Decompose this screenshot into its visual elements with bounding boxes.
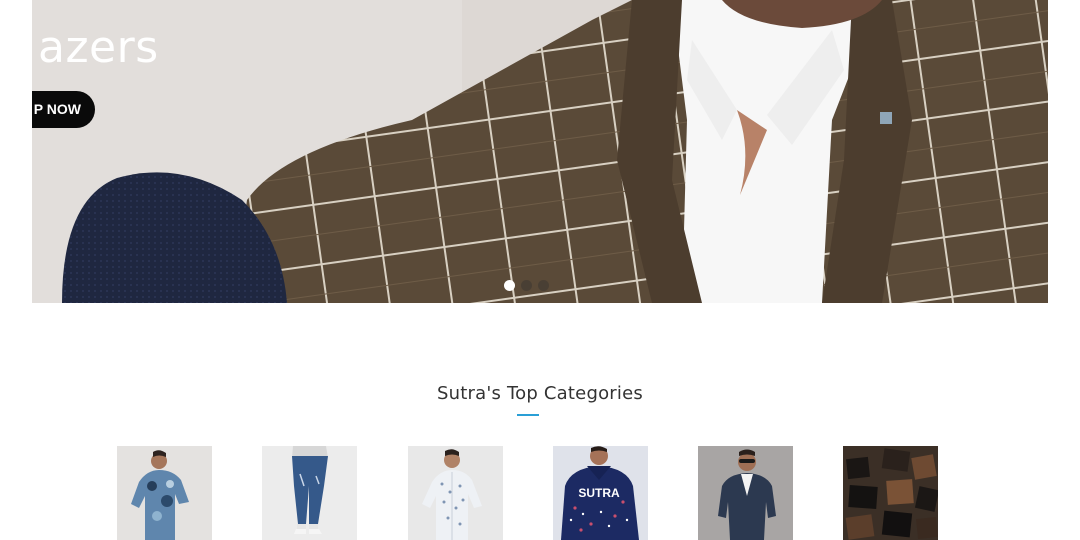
hero-banner: azers P NOW bbox=[32, 0, 1048, 303]
slider-dot-1[interactable] bbox=[504, 280, 515, 291]
category-wallets[interactable] bbox=[843, 446, 938, 540]
slider-dot-2[interactable] bbox=[521, 280, 532, 291]
printed-shirt-image bbox=[408, 446, 503, 540]
printed-tshirt-image bbox=[117, 446, 212, 540]
sweatshirt-image: SUTRA bbox=[553, 446, 648, 540]
top-categories-heading: Sutra's Top Categories bbox=[437, 383, 643, 404]
wallets-image bbox=[843, 446, 938, 540]
blazer-image bbox=[698, 446, 793, 540]
category-jeans[interactable] bbox=[262, 446, 357, 540]
category-blazer[interactable] bbox=[698, 446, 793, 540]
hero-image bbox=[32, 0, 1048, 303]
slider-dot-3[interactable] bbox=[538, 280, 549, 291]
category-printed-shirt[interactable] bbox=[408, 446, 503, 540]
hero-title: azers bbox=[38, 22, 159, 73]
sweatshirt-print-text: SUTRA bbox=[578, 486, 620, 500]
slider-dots bbox=[504, 280, 549, 291]
shop-now-button[interactable]: P NOW bbox=[32, 91, 95, 128]
jeans-image bbox=[262, 446, 357, 540]
category-sweatshirt[interactable]: SUTRA bbox=[553, 446, 648, 540]
heading-underline bbox=[517, 414, 539, 416]
category-printed-tshirt[interactable] bbox=[117, 446, 212, 540]
